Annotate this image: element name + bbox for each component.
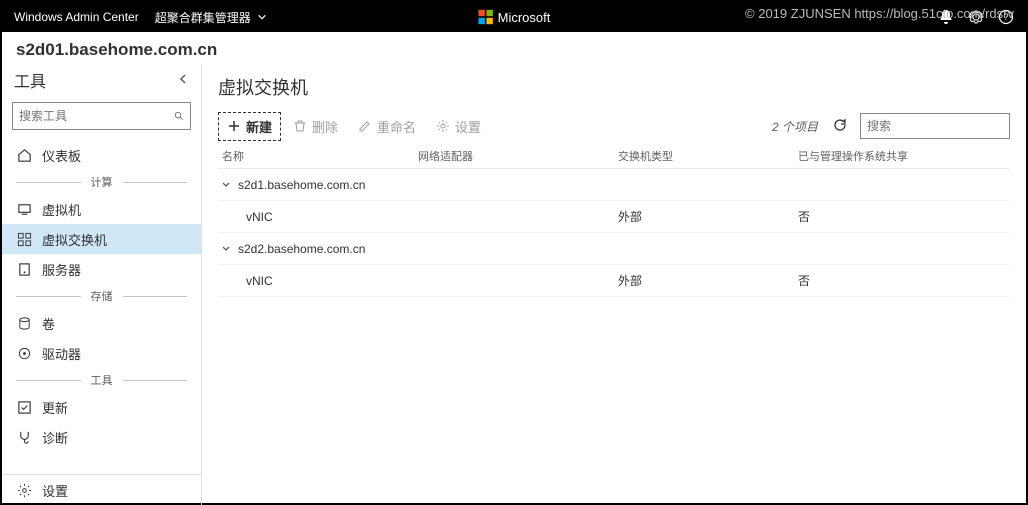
switch-icon (16, 231, 32, 247)
page-title: 虚拟交换机 (218, 70, 1010, 108)
plus-icon (227, 119, 241, 133)
sidebar-item-label: 卷 (42, 314, 55, 333)
solution-name: 超聚合群集管理器 (155, 9, 251, 26)
sidebar-item-vm[interactable]: 虚拟机 (2, 194, 201, 224)
search-icon (174, 109, 184, 123)
group-host: s2d1.basehome.com.cn (238, 178, 365, 192)
home-icon (16, 147, 32, 163)
notifications-icon[interactable] (938, 9, 954, 25)
col-shared[interactable]: 已与管理操作系统共享 (798, 148, 1010, 164)
pencil-icon (358, 119, 372, 133)
help-icon[interactable]: ? (998, 9, 1014, 25)
sidebar: 工具 仪表板 计算 虚拟机 虚拟交换机 服务器 (2, 64, 202, 505)
svg-text:?: ? (1003, 12, 1008, 22)
sidebar-item-label: 虚拟交换机 (42, 230, 107, 249)
sidebar-collapse-button[interactable] (177, 72, 189, 88)
sidebar-item-label: 仪表板 (42, 146, 81, 165)
drive-icon (16, 345, 32, 361)
gear-small-icon (436, 119, 450, 133)
gear-icon (16, 482, 32, 498)
tool-search-input[interactable] (19, 109, 174, 123)
toolbar: 新建 删除 重命名 设置 2 个项目 (218, 108, 1010, 144)
cell-shared: 否 (798, 272, 1010, 289)
sidebar-item-drive[interactable]: 驱动器 (2, 338, 201, 368)
sidebar-item-server[interactable]: 服务器 (2, 254, 201, 284)
vm-icon (16, 201, 32, 217)
new-button[interactable]: 新建 (218, 112, 281, 141)
main-search-input[interactable] (867, 119, 1022, 133)
sidebar-item-diagnose[interactable]: 诊断 (2, 422, 201, 452)
diagnose-icon (16, 429, 32, 445)
product-name: Windows Admin Center (14, 10, 139, 24)
sidebar-item-label: 更新 (42, 398, 68, 417)
settings-gear-icon[interactable] (968, 9, 984, 25)
cell-name: vNIC (218, 274, 418, 288)
volume-icon (16, 315, 32, 331)
trash-icon (293, 119, 307, 133)
table-row[interactable]: vNIC 外部 否 (218, 201, 1010, 233)
settings-button[interactable]: 设置 (428, 113, 489, 140)
col-adapter[interactable]: 网络适配器 (418, 148, 618, 164)
rename-button[interactable]: 重命名 (350, 113, 424, 140)
group-host: s2d2.basehome.com.cn (238, 242, 365, 256)
update-icon (16, 399, 32, 415)
main-content: 虚拟交换机 新建 删除 重命名 设置 2 个项目 (202, 64, 1026, 505)
nav-group-compute: 计算 (2, 172, 201, 192)
sidebar-item-label: 服务器 (42, 260, 81, 279)
sidebar-item-update[interactable]: 更新 (2, 392, 201, 422)
sidebar-item-label: 诊断 (42, 428, 68, 447)
sidebar-item-label: 虚拟机 (42, 200, 81, 219)
sidebar-item-label: 驱动器 (42, 344, 81, 363)
cell-name: vNIC (218, 210, 418, 224)
col-type[interactable]: 交换机类型 (618, 148, 798, 164)
item-count: 2 个项目 (772, 118, 818, 135)
table-header: 名称 网络适配器 交换机类型 已与管理操作系统共享 (218, 144, 1010, 169)
sidebar-item-vswitch[interactable]: 虚拟交换机 (2, 224, 201, 254)
main-search[interactable] (860, 113, 1010, 139)
sidebar-item-settings[interactable]: 设置 (2, 475, 201, 505)
server-icon (16, 261, 32, 277)
col-name[interactable]: 名称 (218, 148, 418, 164)
nav-group-tools: 工具 (2, 370, 201, 390)
group-row[interactable]: s2d1.basehome.com.cn (218, 169, 1010, 201)
sidebar-title: 工具 (14, 68, 46, 92)
chevron-down-icon (218, 244, 234, 254)
cell-type: 外部 (618, 208, 798, 225)
tool-search[interactable] (12, 102, 191, 130)
table-row[interactable]: vNIC 外部 否 (218, 265, 1010, 297)
group-row[interactable]: s2d2.basehome.com.cn (218, 233, 1010, 265)
nav-group-storage: 存储 (2, 286, 201, 306)
brand: Microsoft (478, 9, 551, 25)
refresh-button[interactable] (832, 117, 848, 136)
chevron-down-icon (218, 180, 234, 190)
brand-text: Microsoft (498, 10, 551, 25)
sidebar-item-label: 设置 (42, 481, 68, 500)
solution-selector[interactable]: 超聚合群集管理器 (155, 9, 267, 26)
top-bar: Windows Admin Center 超聚合群集管理器 Microsoft … (2, 2, 1026, 32)
cell-type: 外部 (618, 272, 798, 289)
chevron-left-icon (177, 73, 189, 85)
sidebar-item-dashboard[interactable]: 仪表板 (2, 140, 201, 170)
microsoft-logo-icon (478, 9, 494, 25)
cell-shared: 否 (798, 208, 1010, 225)
chevron-down-icon (257, 12, 267, 22)
delete-button[interactable]: 删除 (285, 113, 346, 140)
refresh-icon (832, 117, 848, 133)
sidebar-item-volume[interactable]: 卷 (2, 308, 201, 338)
cluster-title: s2d01.basehome.com.cn (2, 32, 1026, 64)
